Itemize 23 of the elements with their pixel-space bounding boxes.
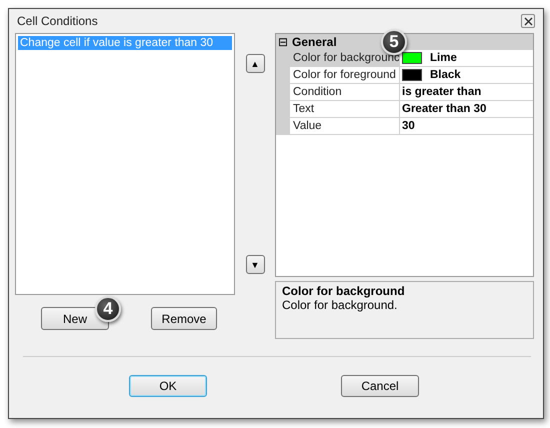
close-button[interactable] (521, 14, 535, 28)
cancel-button[interactable]: Cancel (341, 375, 419, 397)
property-name[interactable]: Color for foreground (290, 67, 400, 83)
remove-button[interactable]: Remove (151, 307, 217, 330)
move-down-button[interactable]: ▼ (246, 255, 264, 274)
collapse-toggle[interactable]: ⊟ (278, 36, 288, 48)
property-value: is greater than (402, 86, 482, 98)
callout-badge: 5 (381, 29, 407, 55)
property-value: Black (430, 69, 461, 81)
category-label: General (292, 35, 337, 49)
move-up-button[interactable]: ▲ (246, 54, 264, 73)
description-text: Color for background. (282, 298, 398, 312)
ok-button[interactable]: OK (129, 375, 207, 397)
property-value: Lime (430, 52, 457, 64)
property-name[interactable]: Condition (290, 84, 400, 100)
window-title: Cell Conditions (17, 14, 98, 28)
callout-badge: 4 (95, 296, 121, 322)
property-name[interactable]: Value (290, 118, 400, 134)
property-name[interactable]: Text (290, 101, 400, 117)
close-icon (524, 16, 532, 26)
property-value: 30 (402, 120, 415, 132)
property-value: Greater than 30 (402, 103, 486, 115)
description-title: Color for background (282, 284, 406, 298)
